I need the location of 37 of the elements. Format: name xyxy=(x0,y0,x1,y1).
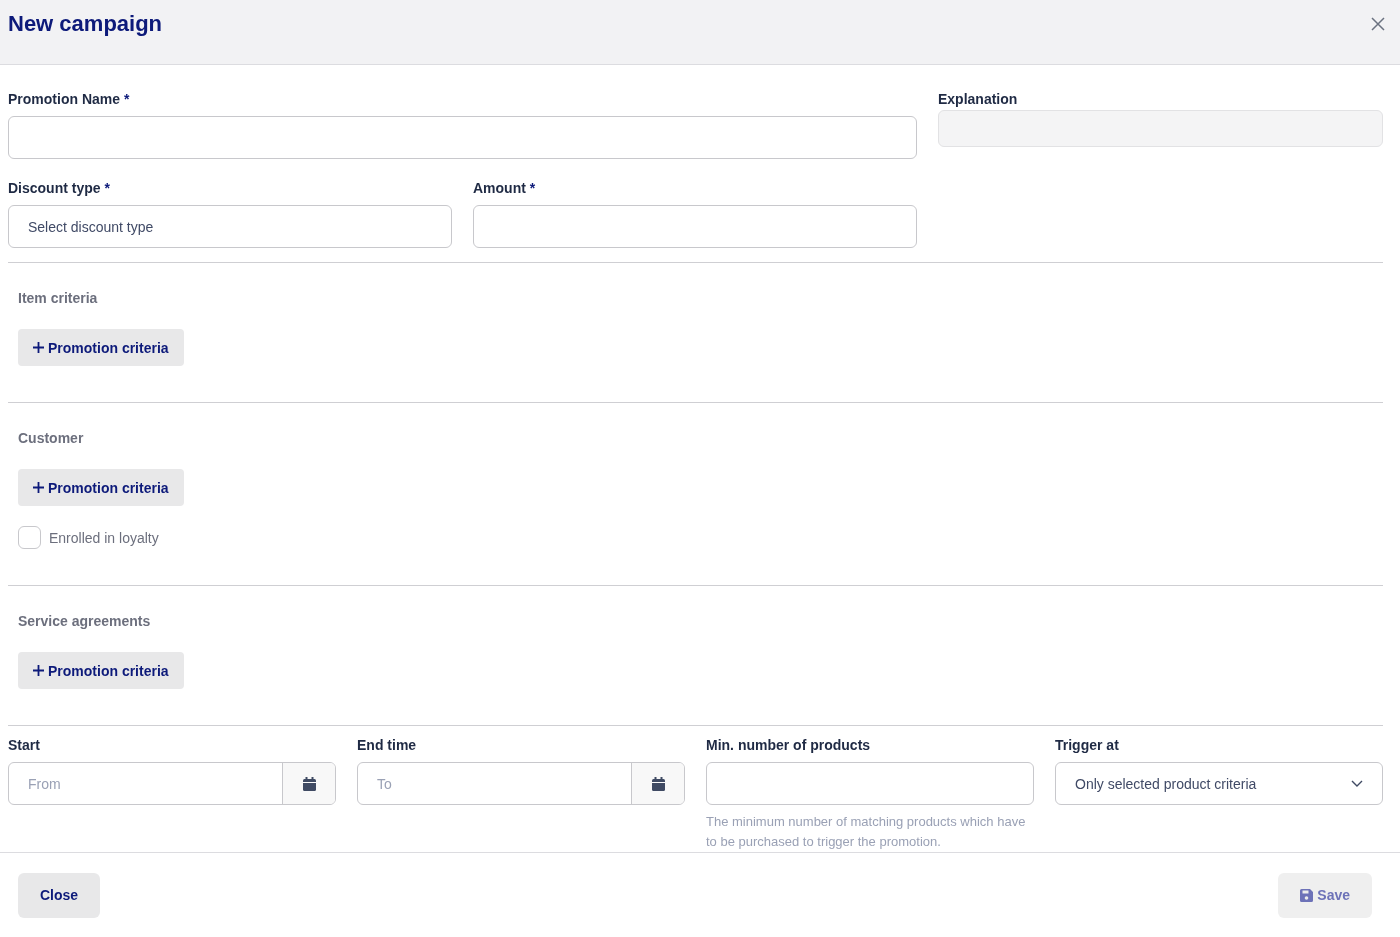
date-placeholder: From xyxy=(28,775,61,792)
section-title: Customer xyxy=(18,430,84,447)
field-label: Start xyxy=(8,737,41,754)
input-field[interactable] xyxy=(8,116,917,160)
dropdown-field[interactable]: Only selected product criteria xyxy=(1055,762,1383,806)
section-title: Item criteria xyxy=(18,290,98,307)
field-label: Min. number of products xyxy=(706,737,872,754)
select-field[interactable]: Select discount type xyxy=(8,205,452,249)
calendar-icon xyxy=(302,776,316,791)
field-label: Explanation xyxy=(938,91,1019,108)
close-icon[interactable] xyxy=(1371,17,1385,32)
date-placeholder: To xyxy=(377,775,392,792)
select-placeholder: Select discount type xyxy=(28,218,154,235)
field-label: Discount type * xyxy=(8,180,111,197)
calendar-icon xyxy=(651,776,665,791)
add-criteria-button[interactable]: Promotion criteria xyxy=(18,329,184,367)
field-label: End time xyxy=(357,737,418,754)
checkbox[interactable] xyxy=(18,526,41,550)
calendar-button[interactable] xyxy=(282,763,335,805)
calendar-button[interactable] xyxy=(631,763,684,805)
chevron-down-icon xyxy=(1351,780,1363,788)
plus-icon xyxy=(33,482,44,494)
dialog-title: New campaign xyxy=(8,11,163,38)
plus-icon xyxy=(33,342,44,354)
field-label: Amount * xyxy=(473,180,537,197)
input-field[interactable] xyxy=(473,205,917,249)
input-field[interactable] xyxy=(706,762,1034,806)
field-label: Trigger at xyxy=(1055,737,1120,754)
plus-icon xyxy=(33,665,44,677)
add-criteria-button[interactable]: Promotion criteria xyxy=(18,469,184,507)
close-button[interactable]: Close xyxy=(18,872,101,918)
dropdown-value: Only selected product criteria xyxy=(1075,775,1257,792)
field-hint: The minimum number of matching products which have to be purchased to trigger the promotion. xyxy=(706,813,1027,852)
field-label: Promotion Name * xyxy=(8,91,131,108)
checkbox-label: Enrolled in loyalty xyxy=(49,529,159,546)
section-title: Service agreements xyxy=(18,613,151,630)
add-criteria-button[interactable]: Promotion criteria xyxy=(18,652,184,690)
